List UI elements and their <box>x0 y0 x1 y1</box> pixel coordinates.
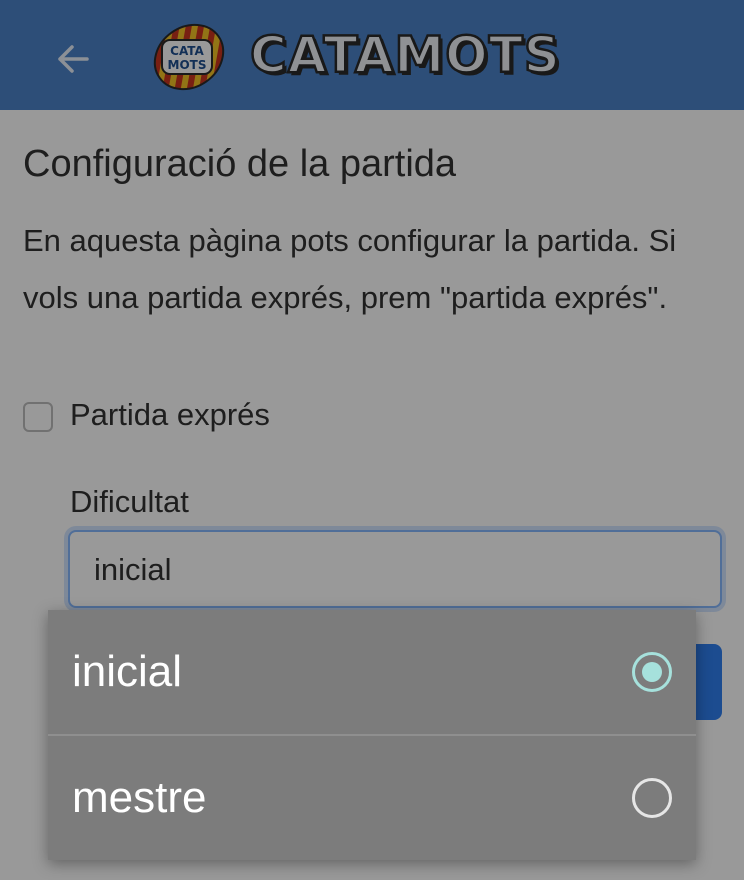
option-label: mestre <box>72 773 207 822</box>
option-label: inicial <box>72 647 183 696</box>
radio-unchecked-icon[interactable] <box>632 778 672 818</box>
option-inicial[interactable]: inicial <box>48 610 696 734</box>
difficulty-options-dialog: inicial mestre <box>48 610 696 860</box>
radio-checked-icon[interactable] <box>632 652 672 692</box>
option-mestre[interactable]: mestre <box>48 736 696 860</box>
